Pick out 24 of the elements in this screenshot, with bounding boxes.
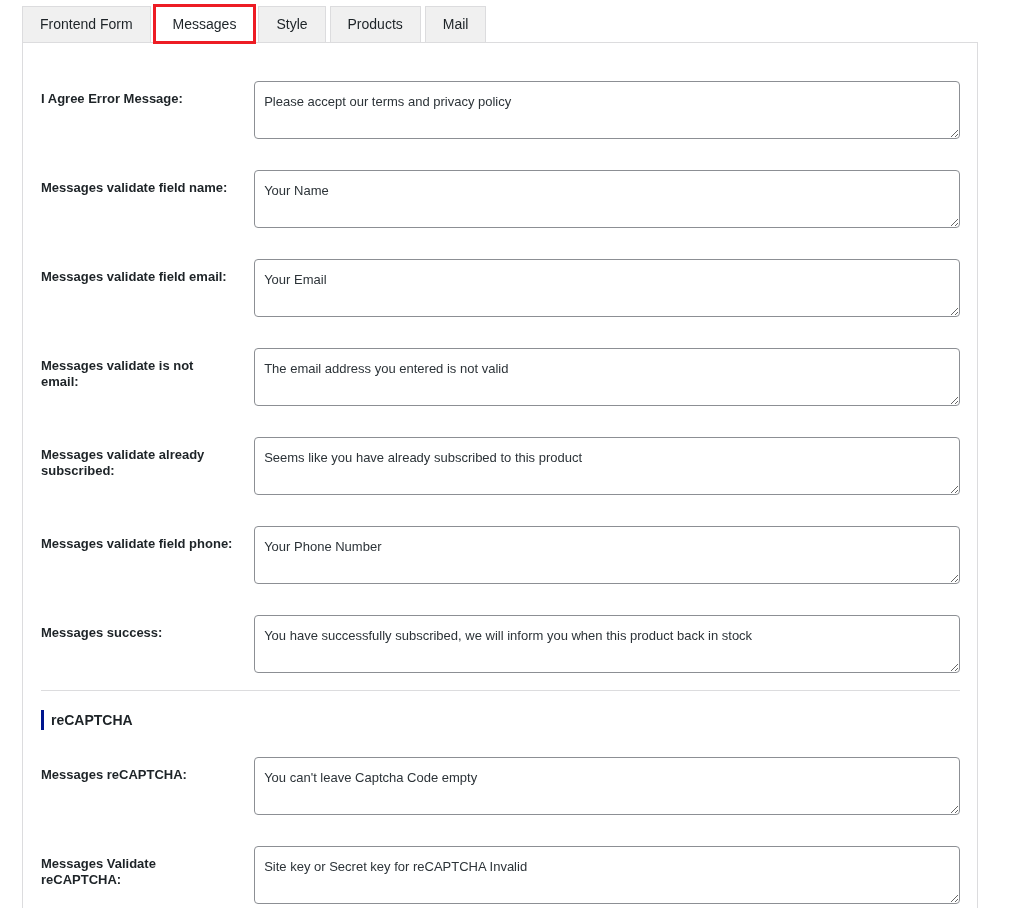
field-label: Messages validate is not email: <box>41 357 195 392</box>
message-field[interactable]: Your Phone Number <box>254 526 960 584</box>
field-label: Messages Validate reCAPTCHA: <box>41 855 157 890</box>
tab[interactable]: Style <box>258 6 326 42</box>
tab[interactable]: Mail <box>424 6 487 42</box>
field-label: I Agree Error Message: <box>41 90 184 108</box>
section-heading: reCAPTCHA <box>41 710 960 730</box>
field-label: Messages reCAPTCHA: <box>41 766 188 784</box>
message-field[interactable]: You can't leave Captcha Code empty <box>254 757 960 815</box>
tab[interactable]: Products <box>329 6 421 42</box>
field-label: Messages validate field name: <box>41 179 229 197</box>
message-field[interactable]: Seems like you have already subscribed to this product <box>254 437 960 495</box>
field-label: Messages validate already subscribed: <box>41 446 206 481</box>
field-label: Messages success: <box>41 624 164 642</box>
message-field[interactable]: Your Email <box>254 259 960 317</box>
message-field[interactable]: Your Name <box>254 170 960 228</box>
message-field[interactable]: The email address you entered is not valid <box>254 348 960 406</box>
message-field[interactable]: Site key or Secret key for reCAPTCHA Invalid <box>254 846 960 904</box>
message-field[interactable]: You have successfully subscribed, we will inform you when this product back in stock <box>254 615 960 673</box>
field-label: Messages validate field email: <box>41 268 228 286</box>
message-field[interactable]: Please accept our terms and privacy policy <box>254 81 960 139</box>
tab[interactable]: Messages <box>154 6 255 42</box>
tab[interactable]: Frontend Form <box>22 6 151 42</box>
field-label: Messages validate field phone: <box>41 535 234 553</box>
